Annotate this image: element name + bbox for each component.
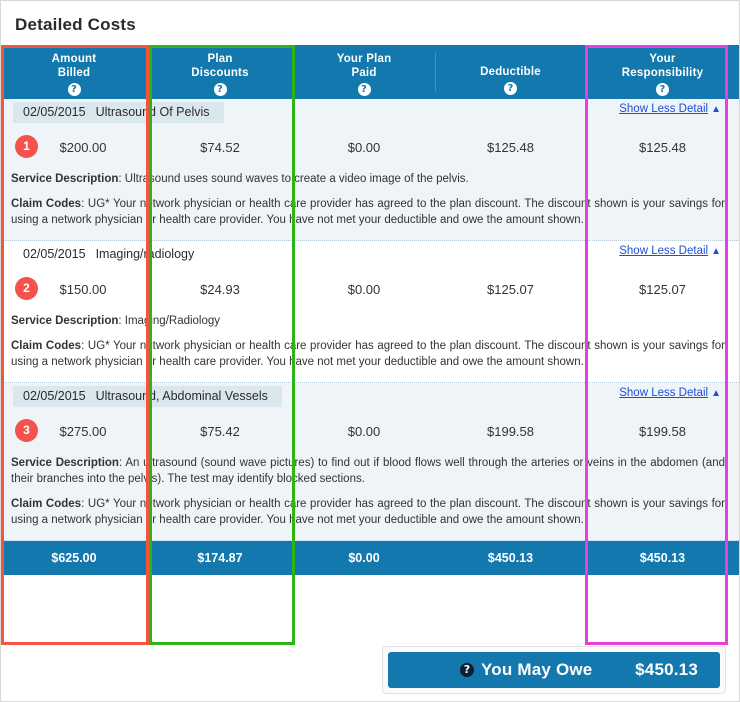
help-icon-deductible[interactable]: ? (504, 82, 517, 95)
service-description-paragraph: Service Description: An ultrasound (soun… (11, 457, 725, 485)
totals-row: $625.00 $174.87 $0.00 $450.13 $450.13 (1, 541, 739, 575)
row-number-badge: 3 (15, 419, 38, 442)
service-description-text: Imaging/Radiology (124, 315, 221, 327)
question-mark-icon[interactable]: ? (460, 663, 474, 677)
claim-codes-paragraph: Claim Codes: UG* Your network physician … (11, 340, 725, 368)
claim-notes: Service Description: An ultrasound (soun… (1, 451, 739, 540)
cell-your-plan-paid: $0.00 (347, 139, 381, 155)
column-header-your-plan-paid[interactable]: Your Plan Paid ? (293, 45, 435, 99)
show-less-detail-link[interactable]: Show Less Detail ▲ (619, 245, 721, 257)
claim-amounts: 3 $275.00 $75.42 $0.00 $199.58 $199.58 (1, 411, 739, 451)
claim-date: 02/05/2015 (23, 105, 86, 119)
column-header-your-responsibility-line2: Responsibility (621, 67, 704, 79)
claim-service-name: Ultrasound, Abdominal Vessels (95, 389, 268, 403)
help-icon-your-responsibility[interactable]: ? (656, 83, 669, 96)
show-less-detail-label: Show Less Detail (619, 103, 709, 115)
column-header-amount-billed-line1: Amount (51, 53, 97, 65)
column-header-your-responsibility-line1: Your (649, 53, 676, 65)
show-less-detail-link[interactable]: Show Less Detail ▲ (619, 103, 721, 115)
service-description-paragraph: Service Description: Imaging/Radiology (11, 315, 221, 327)
column-header-your-plan-paid-line2: Paid (351, 67, 377, 79)
service-description-text: An ultrasound (sound wave pictures) to f… (11, 457, 725, 485)
cell-your-responsibility: $125.07 (639, 281, 686, 297)
claim-codes-text: UG* Your network physician or health car… (11, 498, 725, 526)
column-header-plan-discounts-line2: Discounts (191, 67, 249, 79)
detailed-costs-table: Amount Billed ? Plan Discounts ? Your Pl… (1, 45, 739, 575)
claim-codes-label: Claim Codes (11, 198, 82, 210)
claim-notes: Service Description: Imaging/Radiology C… (1, 309, 739, 382)
claim-service-pill: 02/05/2015 Ultrasound Of Pelvis (13, 102, 224, 123)
cell-your-responsibility: $125.48 (639, 139, 686, 155)
table-row: 02/05/2015 Ultrasound Of Pelvis Show Less… (1, 99, 739, 241)
page-title: Detailed Costs (15, 15, 136, 34)
help-icon-your-plan-paid[interactable]: ? (357, 83, 371, 96)
help-icon-amount-billed[interactable]: ? (67, 83, 81, 96)
you-may-owe-button[interactable]: ? You May Owe $450.13 (388, 652, 720, 688)
claim-codes-label: Claim Codes (11, 340, 82, 352)
claim-date: 02/05/2015 (23, 389, 86, 403)
show-less-detail-label: Show Less Detail (619, 387, 709, 399)
claim-service-name: Imaging/radiology (95, 247, 195, 261)
claim-header: 02/05/2015 Imaging/radiology Show Less De… (1, 241, 739, 269)
show-less-detail-label: Show Less Detail (619, 245, 709, 257)
cell-your-plan-paid: $0.00 (347, 281, 381, 297)
column-header-plan-discounts[interactable]: Plan Discounts ? (147, 45, 293, 99)
help-icon-plan-discounts[interactable]: ? (213, 83, 227, 96)
claim-notes: Service Description: Ultrasound uses sou… (1, 167, 739, 240)
claim-codes-label: Claim Codes (11, 498, 82, 510)
claim-service-pill: 02/05/2015 Imaging/radiology (13, 244, 208, 265)
caret-up-icon: ▲ (711, 246, 721, 257)
cell-deductible: $125.07 (487, 281, 534, 297)
cell-your-responsibility: $199.58 (639, 423, 686, 439)
service-description-text: Ultrasound uses sound waves to create a … (124, 173, 469, 185)
column-header-your-responsibility[interactable]: Your Responsibility ? (586, 45, 739, 99)
caret-up-icon: ▲ (711, 388, 721, 399)
cell-deductible: $199.58 (487, 423, 534, 439)
total-plan-discounts: $174.87 (197, 551, 243, 565)
claim-codes-text: UG* Your network physician or health car… (11, 340, 725, 368)
total-your-responsibility: $450.13 (639, 551, 686, 565)
claim-codes-paragraph: Claim Codes: UG* Your network physician … (11, 498, 725, 526)
row-number-badge: 2 (15, 277, 38, 300)
you-may-owe-container: ? You May Owe $450.13 (382, 646, 726, 694)
claim-date: 02/05/2015 (23, 247, 86, 261)
column-header-plan-discounts-line1: Plan (207, 53, 233, 65)
detailed-costs-panel: Detailed Costs Amount Billed ? Plan Disc… (0, 0, 740, 702)
claim-service-name: Ultrasound Of Pelvis (95, 105, 210, 119)
cell-deductible: $125.48 (487, 139, 534, 155)
show-less-detail-link[interactable]: Show Less Detail ▲ (619, 387, 721, 399)
cell-plan-discounts: $74.52 (200, 139, 240, 155)
claim-service-pill: 02/05/2015 Ultrasound, Abdominal Vessels (13, 386, 282, 407)
claim-codes-paragraph: Claim Codes: UG* Your network physician … (11, 198, 725, 226)
column-header-amount-billed[interactable]: Amount Billed ? (1, 45, 147, 99)
service-description-paragraph: Service Description: Ultrasound uses sou… (11, 173, 469, 185)
column-header-amount-billed-line2: Billed (57, 67, 91, 79)
you-may-owe-label: You May Owe (481, 660, 593, 679)
service-description-label: Service Description (11, 457, 119, 469)
row-number-badge: 1 (15, 135, 38, 158)
total-your-plan-paid: $0.00 (348, 551, 380, 565)
table-header-row: Amount Billed ? Plan Discounts ? Your Pl… (1, 45, 739, 99)
cell-plan-discounts: $75.42 (200, 423, 240, 439)
claim-codes-text: UG* Your network physician or health car… (11, 198, 725, 226)
claim-header: 02/05/2015 Ultrasound Of Pelvis Show Less… (1, 99, 739, 127)
service-description-label: Service Description (11, 315, 119, 327)
total-deductible: $450.13 (487, 551, 534, 565)
claim-header: 02/05/2015 Ultrasound, Abdominal Vessels … (1, 383, 739, 411)
table-row: 02/05/2015 Imaging/radiology Show Less De… (1, 241, 739, 383)
claim-amounts: 1 $200.00 $74.52 $0.00 $125.48 $125.48 (1, 127, 739, 167)
you-may-owe-amount: $450.13 (635, 660, 698, 679)
total-amount-billed: $625.00 (51, 551, 97, 565)
column-header-your-plan-paid-line1: Your Plan (336, 53, 392, 65)
cell-your-plan-paid: $0.00 (347, 423, 381, 439)
cell-plan-discounts: $24.93 (200, 281, 240, 297)
column-header-deductible[interactable]: Deductible ? (435, 45, 586, 99)
service-description-label: Service Description (11, 173, 119, 185)
caret-up-icon: ▲ (711, 104, 721, 115)
claim-amounts: 2 $150.00 $24.93 $0.00 $125.07 $125.07 (1, 269, 739, 309)
table-row: 02/05/2015 Ultrasound, Abdominal Vessels … (1, 383, 739, 541)
column-header-deductible-line1: Deductible (480, 66, 541, 78)
